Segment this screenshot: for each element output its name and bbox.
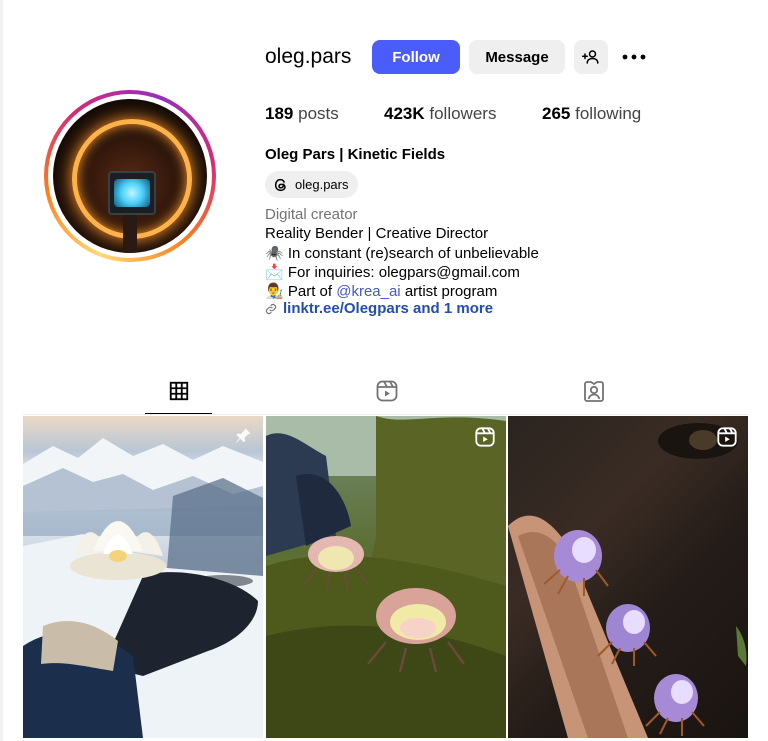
pin-icon <box>235 428 251 443</box>
spider-emoji: 🕷️ <box>265 245 284 262</box>
following-stat[interactable]: 265 following <box>542 104 641 124</box>
artist-emoji: 👨‍🎨 <box>265 283 284 300</box>
bio-line-3-text: For inquiries: olegpars@gmail.com <box>287 264 520 281</box>
tab-reels[interactable] <box>370 378 404 404</box>
tab-tagged[interactable] <box>577 378 611 404</box>
grid-icon <box>169 381 189 401</box>
threads-badge[interactable]: oleg.pars <box>265 171 359 198</box>
following-label: following <box>575 104 642 123</box>
posts-count: 189 <box>265 104 294 123</box>
category-label: Digital creator <box>265 206 358 223</box>
avatar-story-ring[interactable] <box>44 90 216 262</box>
posts-stat: 189 posts <box>265 104 339 124</box>
more-options-icon <box>622 54 646 60</box>
bio-line-1: Reality Bender | Creative Director <box>265 225 489 242</box>
left-edge <box>0 0 3 741</box>
bio-line-2: 🕷️ In constant (re)search of unbelievabl… <box>265 244 539 262</box>
tab-posts[interactable] <box>162 378 196 404</box>
post-tile-3[interactable] <box>508 416 748 738</box>
full-name: Oleg Pars | Kinetic Fields <box>265 146 446 163</box>
follow-button[interactable]: Follow <box>372 40 460 74</box>
krea-mention-link[interactable]: @krea_ai <box>336 283 400 300</box>
message-button[interactable]: Message <box>469 40 565 74</box>
post-3-illustration <box>508 423 747 738</box>
reels-badge-icon <box>475 427 495 447</box>
post-tile-1[interactable] <box>23 416 263 738</box>
following-count: 265 <box>542 104 571 123</box>
bio-line-4: 👨‍🎨 Part of @krea_ai artist program <box>265 282 497 300</box>
followers-label: followers <box>429 104 497 123</box>
bio-line-4-suffix: artist program <box>404 283 498 300</box>
active-tab-indicator <box>145 413 212 414</box>
bio-external-link[interactable]: linktr.ee/Olegpars and 1 more <box>265 300 493 317</box>
threads-icon <box>274 178 286 191</box>
username: oleg.pars <box>265 45 352 68</box>
reels-badge-icon <box>717 427 737 447</box>
envelope-emoji: 📩 <box>265 264 284 281</box>
reels-icon <box>376 380 398 402</box>
post-2-illustration <box>266 416 506 738</box>
avatar-device <box>108 171 156 215</box>
link-icon <box>265 303 277 314</box>
tagged-icon <box>584 381 604 402</box>
followers-count: 423K <box>384 104 425 123</box>
avatar-stem <box>123 211 137 253</box>
followers-stat[interactable]: 423K followers <box>384 104 496 124</box>
add-user-icon <box>582 50 599 64</box>
avatar-glyph <box>114 179 150 207</box>
threads-handle: oleg.pars <box>295 177 349 192</box>
post-1-illustration <box>23 438 263 738</box>
post-tile-2[interactable] <box>266 416 506 738</box>
add-user-button[interactable] <box>574 40 608 74</box>
avatar <box>53 99 207 253</box>
posts-label: posts <box>298 104 339 123</box>
bio-line-3: 📩 For inquiries: olegpars@gmail.com <box>265 263 520 281</box>
bio-link-text: linktr.ee/Olegpars and 1 more <box>283 300 494 317</box>
bio-line-2-text: In constant (re)search of unbelievable <box>287 245 539 262</box>
bio-line-4-prefix: Part of <box>287 283 333 300</box>
more-options-button[interactable] <box>617 40 651 74</box>
tabs-divider <box>23 414 749 415</box>
